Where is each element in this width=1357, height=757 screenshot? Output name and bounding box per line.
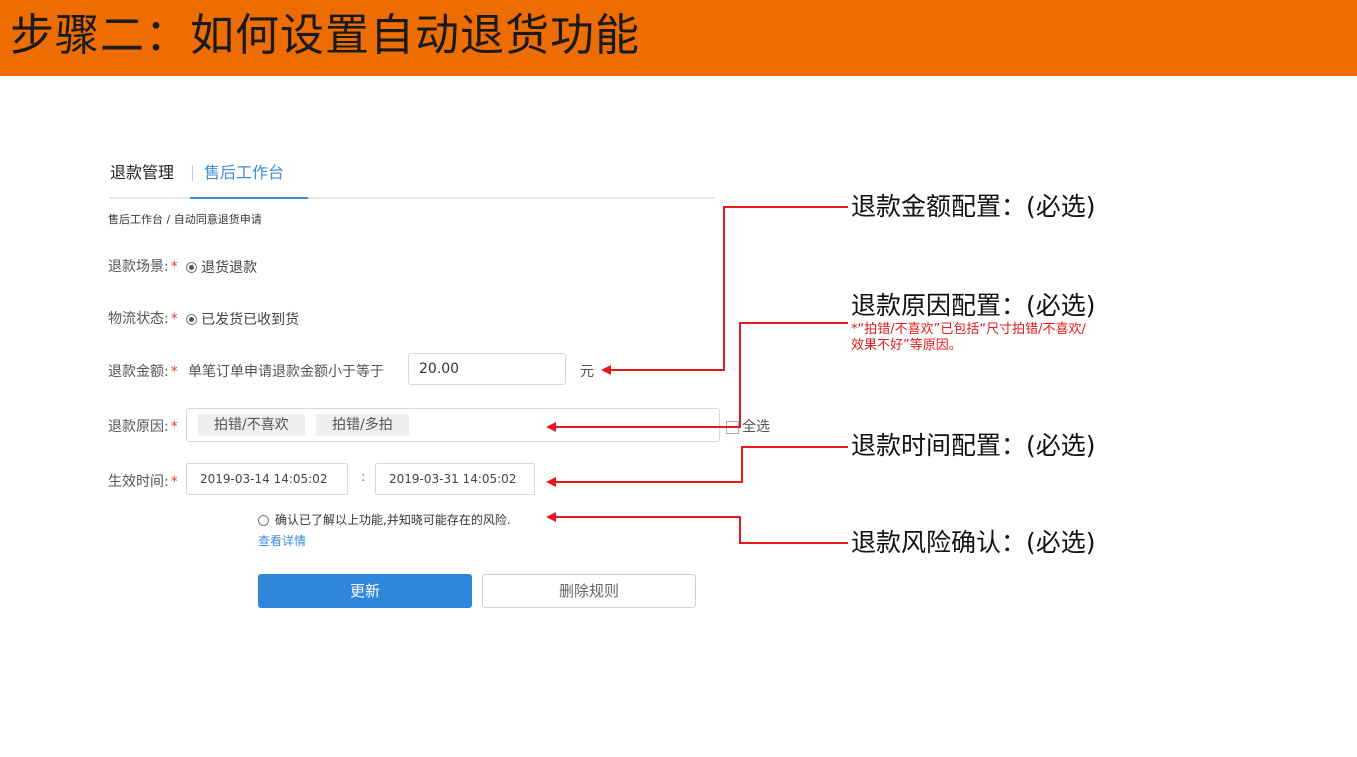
annotation-reason: 退款原因配置：(必选): [851, 291, 1096, 320]
annotation-risk: 退款风险确认：(必选): [851, 528, 1096, 557]
amount-annotation-line: [601, 206, 848, 375]
annotation-reason-note-line2: 效果不好”等原因。: [851, 338, 962, 353]
reason-annotation-line: [546, 322, 848, 432]
annotation-lines: [546, 206, 848, 544]
annotation-time: 退款时间配置：(必选): [851, 431, 1096, 460]
annotation-reason-note: *“拍错/不喜欢”已包括“尺寸拍错/不喜欢/ 效果不好”等原因。: [851, 322, 1086, 354]
time-annotation-line: [546, 446, 848, 487]
risk-annotation-line: [546, 512, 848, 544]
annotation-reason-note-line1: *“拍错/不喜欢”已包括“尺寸拍错/不喜欢/: [851, 322, 1086, 337]
annotation-amount: 退款金额配置：(必选): [851, 192, 1096, 221]
